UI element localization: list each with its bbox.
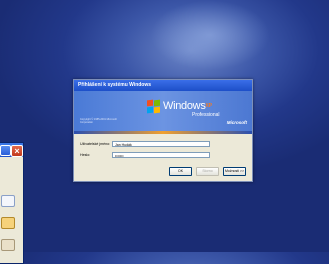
minimize-button[interactable] xyxy=(0,145,11,156)
password-field[interactable]: ••••••• xyxy=(112,151,210,158)
options-button[interactable]: Možnosti >> xyxy=(223,167,246,176)
password-label: Heslo: xyxy=(80,152,91,157)
username-label: Uživatelské jméno: xyxy=(80,141,111,146)
desktop-light-glow xyxy=(150,0,270,70)
windows-wordmark: WindowsXP xyxy=(163,100,212,112)
copyright-text: Copyright © 1985-2001 Microsoft Corporat… xyxy=(80,118,117,124)
folder-icon[interactable] xyxy=(1,195,15,207)
windows-xp-banner: WindowsXP Professional Copyright © 1985-… xyxy=(74,91,252,131)
folder-icon[interactable] xyxy=(1,217,15,229)
file-icon[interactable] xyxy=(1,239,15,251)
partial-window-titlebar: × xyxy=(0,143,23,157)
windows-login-dialog: Přihlášení k systému Windows WindowsXP P… xyxy=(73,79,253,182)
password-row: Heslo: ••••••• xyxy=(80,150,244,159)
ok-button[interactable]: OK xyxy=(169,167,192,176)
login-form: Uživatelské jméno: Jan Hudák Heslo: ••••… xyxy=(74,134,252,159)
username-field[interactable]: Jan Hudák xyxy=(112,140,210,147)
dialog-buttons: OK Storno Možnosti >> xyxy=(169,167,246,176)
xp-mark: XP xyxy=(205,103,212,109)
dialog-title: Přihlášení k systému Windows xyxy=(74,80,252,91)
cancel-button[interactable]: Storno xyxy=(196,167,219,176)
windows-flag-icon xyxy=(147,99,161,114)
partial-window: × xyxy=(0,142,24,264)
edition-label: Professional xyxy=(192,112,220,118)
username-row: Uživatelské jméno: Jan Hudák xyxy=(80,139,244,148)
close-button[interactable]: × xyxy=(11,145,23,157)
microsoft-logo: Microsoft xyxy=(226,120,247,125)
